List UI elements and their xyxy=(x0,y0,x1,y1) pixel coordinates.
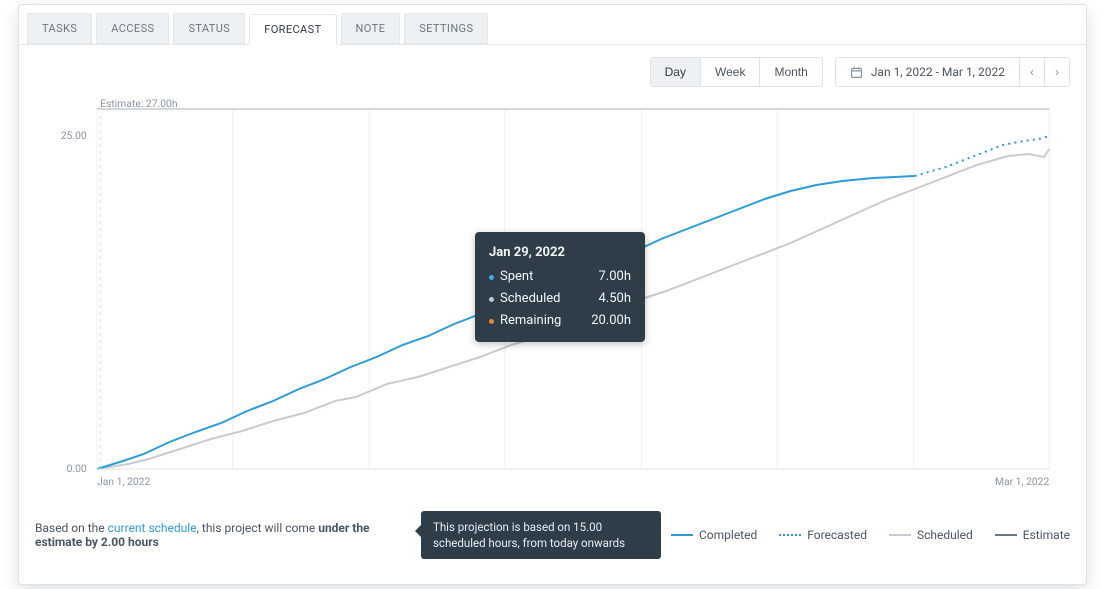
granularity-segmented: Day Week Month xyxy=(650,57,823,87)
tooltip-row-scheduled: Scheduled 4.50h xyxy=(489,288,631,310)
tab-status[interactable]: STATUS xyxy=(173,13,245,44)
projection-summary: Based on the current schedule, this proj… xyxy=(35,521,411,549)
tab-tasks[interactable]: TASKS xyxy=(27,13,92,44)
granularity-day[interactable]: Day xyxy=(651,58,701,86)
calendar-icon xyxy=(850,66,863,79)
series-scheduled-tail xyxy=(1008,149,1049,157)
legend-completed: Completed xyxy=(671,528,757,542)
date-range-prev[interactable]: ‹ xyxy=(1020,58,1045,86)
dot-icon xyxy=(489,319,494,324)
date-range-next[interactable]: › xyxy=(1045,58,1069,86)
legend-estimate: Estimate xyxy=(995,528,1070,542)
svg-text:Jan 1, 2022: Jan 1, 2022 xyxy=(97,477,151,488)
series-forecasted xyxy=(915,136,1050,176)
tab-access[interactable]: ACCESS xyxy=(96,13,169,44)
projection-tooltip: This projection is based on 15.00 schedu… xyxy=(421,511,661,559)
current-schedule-link[interactable]: current schedule xyxy=(108,521,197,535)
tab-bar: TASKS ACCESS STATUS FORECAST NOTE SETTIN… xyxy=(19,5,1086,45)
date-range-label: Jan 1, 2022 - Mar 1, 2022 xyxy=(871,65,1005,79)
dot-icon xyxy=(489,275,494,280)
svg-text:25.00: 25.00 xyxy=(61,131,87,142)
tooltip-row-remaining: Remaining 20.00h xyxy=(489,310,631,332)
tooltip-title: Jan 29, 2022 xyxy=(489,242,631,264)
tooltip-row-spent: Spent 7.00h xyxy=(489,266,631,288)
estimate-label: Estimate: 27.00h xyxy=(100,99,177,110)
svg-text:0.00: 0.00 xyxy=(67,464,87,475)
forecast-chart[interactable]: Estimate: 27.00h 0.00 25.00 Jan 1, 2022 … xyxy=(35,99,1070,499)
legend-forecasted: Forecasted xyxy=(779,528,867,542)
date-range-button[interactable]: Jan 1, 2022 - Mar 1, 2022 xyxy=(836,58,1020,86)
tab-note[interactable]: NOTE xyxy=(341,13,401,44)
granularity-month[interactable]: Month xyxy=(760,58,821,86)
date-range-picker: Jan 1, 2022 - Mar 1, 2022 ‹ › xyxy=(835,57,1070,87)
panel: TASKS ACCESS STATUS FORECAST NOTE SETTIN… xyxy=(18,4,1087,585)
dot-icon xyxy=(489,297,494,302)
tab-forecast[interactable]: FORECAST xyxy=(249,14,336,45)
chart-tooltip: Jan 29, 2022 Spent 7.00h Scheduled 4.50h… xyxy=(475,232,645,342)
svg-text:Mar 1, 2022: Mar 1, 2022 xyxy=(995,477,1050,488)
footer: Based on the current schedule, this proj… xyxy=(19,499,1086,575)
chart-legend: Completed Forecasted Scheduled Estimate xyxy=(671,528,1070,542)
granularity-week[interactable]: Week xyxy=(701,58,760,86)
toolbar: Day Week Month Jan 1, 2022 - Mar 1, 2022… xyxy=(19,45,1086,87)
tab-settings[interactable]: SETTINGS xyxy=(404,13,488,44)
legend-scheduled: Scheduled xyxy=(889,528,973,542)
